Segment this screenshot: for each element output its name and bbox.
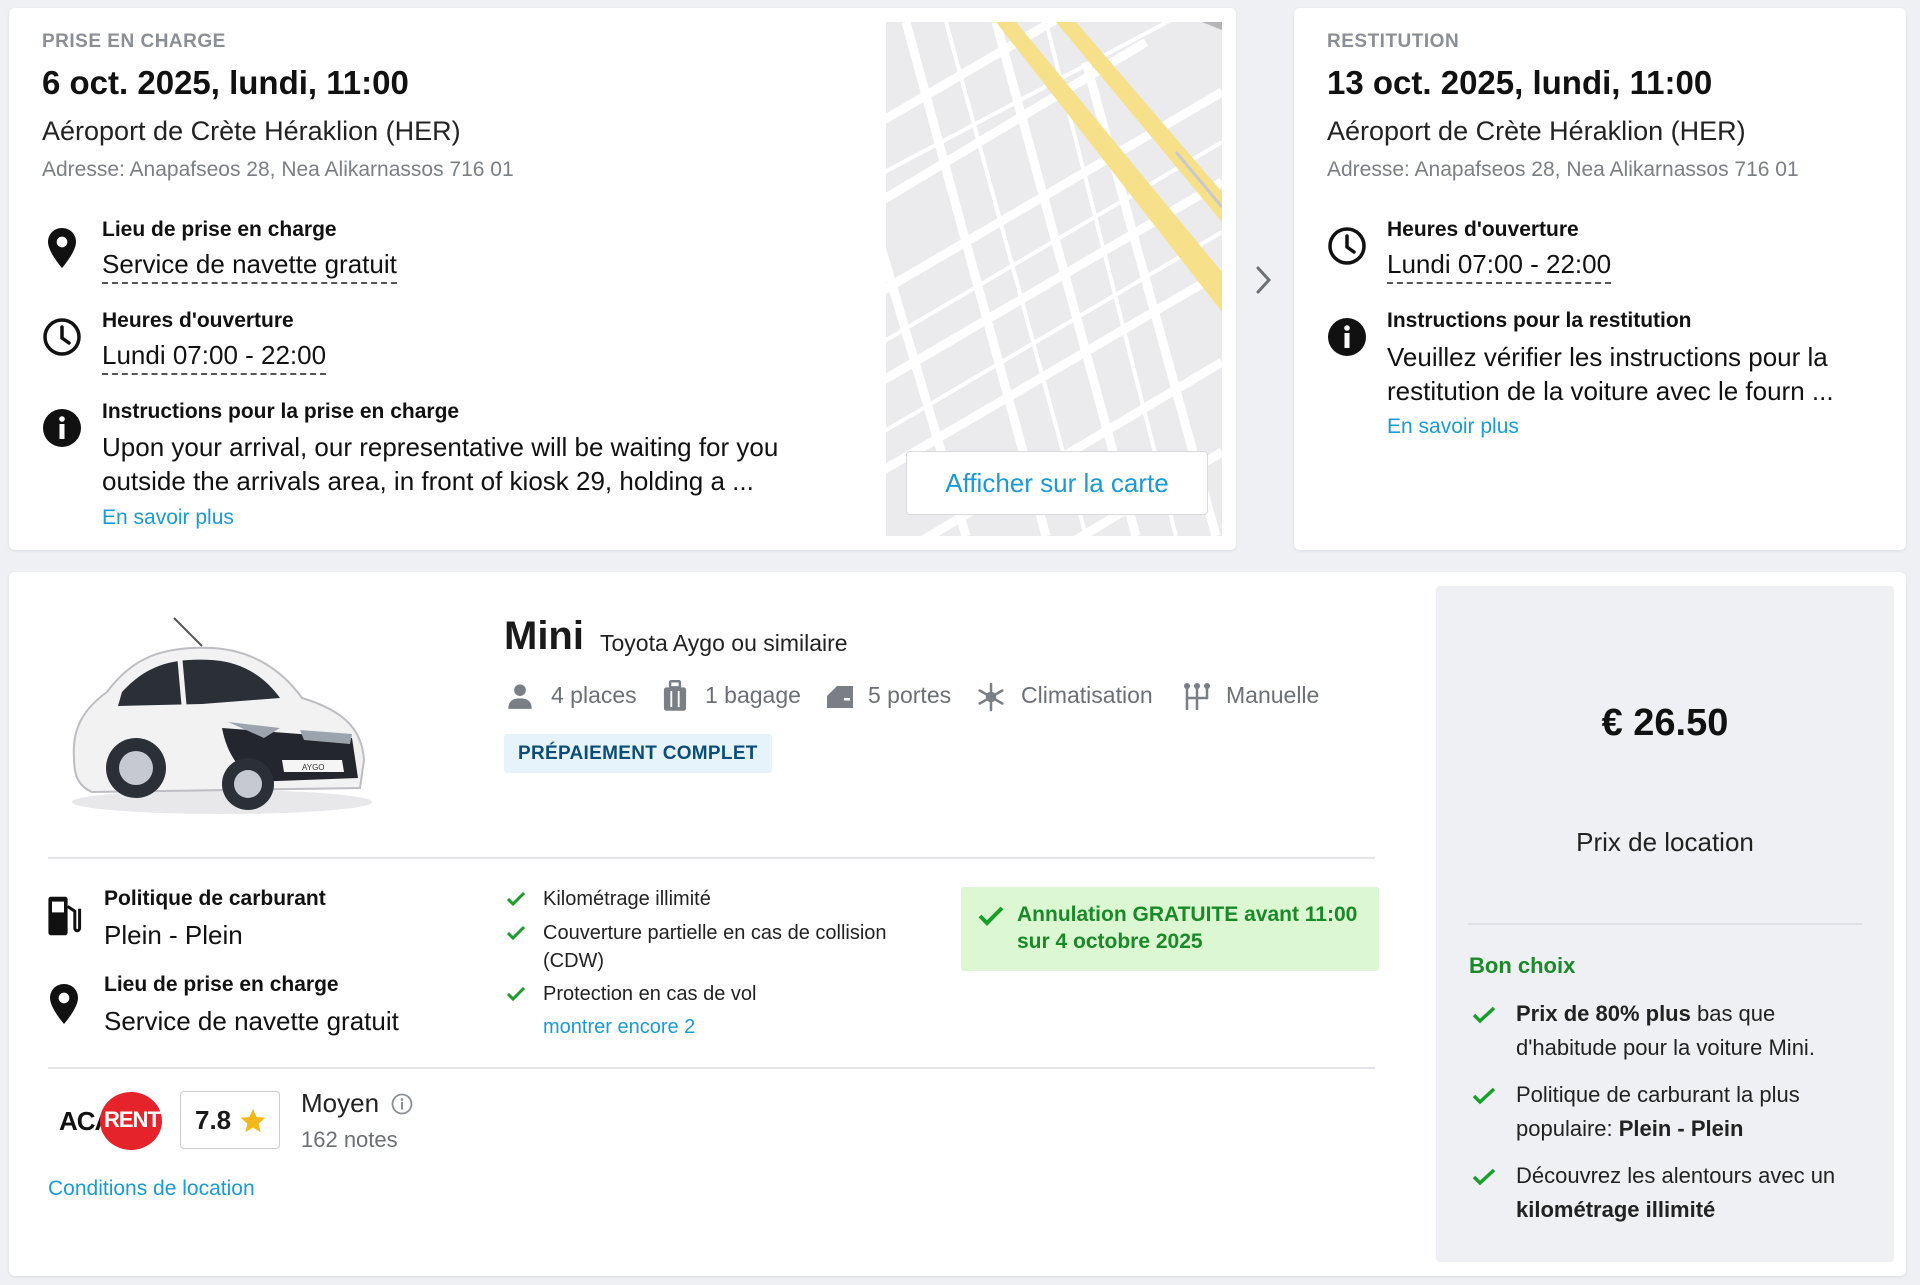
star-icon xyxy=(240,1108,266,1133)
return-instructions-line2: restitution de la voiture avec le fourn … xyxy=(1387,376,1834,406)
return-date: 13 oct. 2025, lundi, 11:00 xyxy=(1327,64,1713,101)
car-pickup-label: Lieu de prise en charge xyxy=(104,973,339,996)
pickup-instructions-line1: Upon your arrival, our representative wi… xyxy=(102,432,779,462)
feature-seats: 4 places xyxy=(551,682,637,708)
inclusion-theft: Protection en cas de vol xyxy=(543,983,757,1005)
score-box: 7.8 xyxy=(180,1091,280,1149)
clock-icon xyxy=(43,318,81,356)
good-choice-point3-line1: Découvrez les alentours avec un xyxy=(1516,1163,1836,1188)
location-pin-icon xyxy=(48,228,76,268)
pickup-address: Adresse: Anapafseos 28, Nea Alikarnassos… xyxy=(42,158,514,181)
pickup-instructions-line2: outside the arrivals area, in front of k… xyxy=(102,466,754,496)
divider xyxy=(1468,923,1862,925)
divider xyxy=(48,857,1375,859)
rental-conditions-link[interactable]: Conditions de location xyxy=(48,1177,255,1201)
feature-doors: 5 portes xyxy=(868,682,952,708)
car-pickup-value: Service de navette gratuit xyxy=(104,1006,399,1036)
pickup-place: Aéroport de Crète Héraklion (HER) xyxy=(42,116,461,146)
clock-icon xyxy=(1328,227,1366,265)
good-choice-point1-line2: d'habitude pour la voiture Mini. xyxy=(1516,1035,1815,1060)
pickup-instructions-label: Instructions pour la prise en charge xyxy=(102,400,460,423)
return-instructions-label: Instructions pour la restitution xyxy=(1387,309,1692,332)
good-choice-point2-line1: Politique de carburant la plus xyxy=(1516,1082,1800,1107)
gearbox-icon xyxy=(1184,683,1210,711)
return-hours-label: Heures d'ouverture xyxy=(1387,218,1579,241)
feature-bags: 1 bagage xyxy=(705,682,801,708)
payment-badge: PRÉPAIEMENT COMPLET xyxy=(504,734,772,773)
rating-label: Moyen xyxy=(301,1088,380,1118)
pickup-hours-value[interactable]: Lundi 07:00 - 22:00 xyxy=(102,340,327,375)
inclusion-cdw-abbr: (CDW) xyxy=(543,950,605,972)
pickup-learn-more-link[interactable]: En savoir plus xyxy=(102,506,234,530)
pickup-date: 6 oct. 2025, lundi, 11:00 xyxy=(42,64,409,101)
return-learn-more-link[interactable]: En savoir plus xyxy=(1387,415,1519,439)
car-door-icon xyxy=(827,686,853,708)
supplier-logo: ACA RENT xyxy=(56,1092,164,1150)
check-icon xyxy=(506,891,526,907)
check-icon xyxy=(1472,1168,1496,1186)
return-address: Adresse: Anapafseos 28, Nea Alikarnassos… xyxy=(1327,158,1799,181)
price-label: Prix de location xyxy=(1576,827,1754,857)
feature-gearbox: Manuelle xyxy=(1226,682,1320,708)
info-outline-icon[interactable] xyxy=(391,1093,413,1115)
feature-ac: Climatisation xyxy=(1021,682,1153,708)
check-icon xyxy=(506,986,526,1002)
pickup-caps-label: PRISE EN CHARGE xyxy=(42,31,226,52)
inclusion-mileage: Kilométrage illimité xyxy=(543,888,711,910)
check-icon xyxy=(1472,1006,1496,1024)
person-icon xyxy=(508,684,532,709)
check-icon xyxy=(506,925,526,941)
return-caps-label: RESTITUTION xyxy=(1327,31,1460,52)
good-choice-point2-line2: populaire: Plein - Plein xyxy=(1516,1116,1744,1141)
fuel-policy-label: Politique de carburant xyxy=(104,887,326,910)
show-more-link[interactable]: montrer encore 2 xyxy=(543,1016,695,1039)
inclusion-cdw: Couverture partielle en cas de collision xyxy=(543,922,887,944)
fuel-pump-icon xyxy=(48,896,82,936)
pickup-location-label: Lieu de prise en charge xyxy=(102,218,337,241)
score-value: 7.8 xyxy=(195,1105,232,1135)
cancellation-line1: Annulation GRATUITE avant 11:00 xyxy=(1017,903,1358,926)
return-place: Aéroport de Crète Héraklion (HER) xyxy=(1327,116,1746,146)
return-hours-value[interactable]: Lundi 07:00 - 22:00 xyxy=(1387,249,1612,284)
free-cancellation-box xyxy=(961,887,1379,971)
good-choice-point3-line2: kilométrage illimité xyxy=(1516,1197,1716,1222)
divider xyxy=(48,1067,1375,1069)
good-choice-title: Bon choix xyxy=(1469,953,1576,978)
supplier-logo-text-2: RENT xyxy=(104,1107,161,1132)
car-plate-text: AYGO xyxy=(302,763,325,772)
car-category: Mini xyxy=(504,614,584,658)
check-icon xyxy=(978,906,1004,926)
good-choice-point1: Prix de 80% plus bas que xyxy=(1516,1001,1776,1026)
review-count: 162 notes xyxy=(301,1127,398,1152)
price-amount: € 26.50 xyxy=(1601,702,1729,744)
pickup-location-value[interactable]: Service de navette gratuit xyxy=(102,249,397,284)
info-icon xyxy=(43,409,81,447)
snowflake-icon xyxy=(978,682,1004,712)
luggage-icon xyxy=(663,680,687,711)
cancellation-line2: sur 4 octobre 2025 xyxy=(1017,930,1203,953)
chevron-right-icon[interactable] xyxy=(1253,264,1275,296)
pickup-hours-label: Heures d'ouverture xyxy=(102,309,294,332)
return-instructions-line1: Veuillez vérifier les instructions pour … xyxy=(1387,342,1828,372)
car-model: Toyota Aygo ou similaire xyxy=(600,630,848,656)
info-icon xyxy=(1328,318,1366,356)
location-pin-icon xyxy=(50,984,78,1024)
car-image: AYGO xyxy=(72,617,372,814)
fuel-policy-value: Plein - Plein xyxy=(104,920,243,950)
show-on-map-button[interactable]: Afficher sur la carte xyxy=(906,451,1208,515)
check-icon xyxy=(1472,1087,1496,1105)
